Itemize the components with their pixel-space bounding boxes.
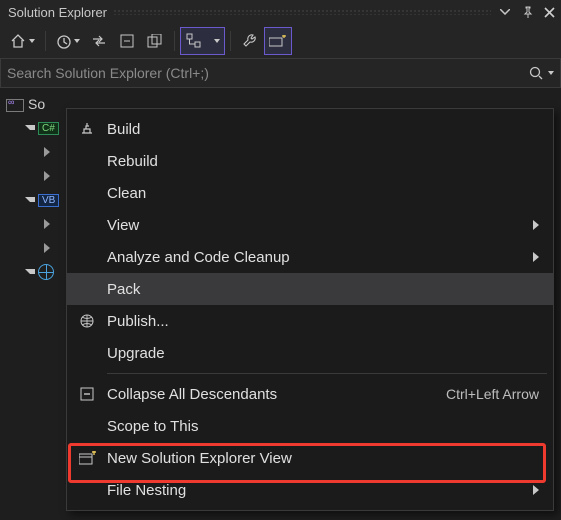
- wrench-icon: [242, 33, 258, 49]
- caret-closed-icon[interactable]: [42, 219, 52, 229]
- toolbar-properties-button[interactable]: [237, 28, 263, 54]
- context-menu-item[interactable]: Build: [67, 113, 553, 145]
- context-menu-item[interactable]: Publish...: [67, 305, 553, 337]
- publish-icon: [67, 313, 107, 329]
- context-menu-item[interactable]: Scope to This: [67, 410, 553, 442]
- context-menu-item[interactable]: Analyze and Code Cleanup: [67, 241, 553, 273]
- context-menu-item[interactable]: Collapse All DescendantsCtrl+Left Arrow: [67, 378, 553, 410]
- context-menu-label: Publish...: [107, 313, 539, 330]
- context-menu-item[interactable]: Pack: [67, 273, 553, 305]
- pin-icon[interactable]: [519, 4, 535, 20]
- toolbar-collapse-button[interactable]: [114, 28, 140, 54]
- toolbar-home-split-button[interactable]: [6, 28, 39, 54]
- solution-icon: [6, 96, 24, 112]
- caret-closed-icon[interactable]: [42, 243, 52, 253]
- toolbar-separator: [174, 31, 175, 51]
- toolbar-show-all-button[interactable]: [142, 28, 168, 54]
- toolbar-preview-button[interactable]: [265, 28, 291, 54]
- toolbar: [0, 24, 561, 58]
- context-menu-item[interactable]: Upgrade: [67, 337, 553, 369]
- context-menu-label: Rebuild: [107, 153, 539, 170]
- search-icon[interactable]: [529, 66, 554, 80]
- sync-icon: [91, 35, 107, 47]
- preview-icon: [269, 35, 287, 47]
- panel-header: Solution Explorer: [0, 0, 561, 24]
- context-menu-shortcut: Ctrl+Left Arrow: [434, 386, 539, 402]
- toolbar-separator: [45, 31, 46, 51]
- web-project-icon: [38, 264, 54, 280]
- history-icon: [56, 34, 71, 49]
- vb-project-icon: VB: [38, 194, 59, 207]
- context-menu-label: Clean: [107, 185, 539, 202]
- toolbar-sync-button[interactable]: [86, 28, 112, 54]
- context-menu-label: Build: [107, 121, 539, 138]
- collapse-icon: [120, 34, 134, 48]
- context-menu-label: Analyze and Code Cleanup: [107, 249, 525, 266]
- context-menu-item[interactable]: File Nesting: [67, 474, 553, 506]
- context-menu-label: New Solution Explorer View: [107, 450, 539, 467]
- panel-menu-dropdown-icon[interactable]: [497, 4, 513, 20]
- context-menu-item[interactable]: View: [67, 209, 553, 241]
- toolbar-view-mode-group: [181, 28, 224, 54]
- caret-open-icon[interactable]: [24, 267, 34, 277]
- caret-closed-icon[interactable]: [42, 171, 52, 181]
- tree-solution-label: So: [28, 96, 45, 112]
- context-menu-label: View: [107, 217, 525, 234]
- files-icon: [147, 34, 163, 48]
- search-input[interactable]: [7, 65, 529, 81]
- new-view-icon: [67, 451, 107, 466]
- build-icon: [67, 121, 107, 137]
- context-menu-item[interactable]: Rebuild: [67, 145, 553, 177]
- toolbar-history-button[interactable]: [52, 28, 84, 54]
- search-box[interactable]: [0, 58, 561, 88]
- caret-closed-icon[interactable]: [42, 147, 52, 157]
- hierarchy-icon: [186, 33, 202, 49]
- context-menu-item[interactable]: New Solution Explorer View: [67, 442, 553, 474]
- toolbar-view-mode-dropdown[interactable]: [207, 28, 224, 54]
- context-menu-label: Upgrade: [107, 345, 539, 362]
- context-menu-item[interactable]: Clean: [67, 177, 553, 209]
- toolbar-view-mode-button[interactable]: [181, 28, 207, 54]
- context-menu-label: Scope to This: [107, 418, 539, 435]
- csharp-project-icon: C#: [38, 122, 59, 135]
- panel-drag-dots[interactable]: [113, 9, 491, 15]
- close-icon[interactable]: [541, 4, 557, 20]
- context-menu-label: Collapse All Descendants: [107, 386, 434, 403]
- home-icon: [10, 33, 26, 49]
- toolbar-separator: [230, 31, 231, 51]
- caret-open-icon[interactable]: [24, 123, 34, 133]
- context-menu: Build Rebuild Clean View Analyze and Code Cl…: [66, 108, 554, 511]
- panel-title: Solution Explorer: [8, 5, 107, 20]
- collapse-icon: [67, 387, 107, 402]
- context-menu-label: Pack: [107, 281, 539, 298]
- caret-open-icon[interactable]: [24, 195, 34, 205]
- context-menu-separator: [107, 373, 547, 374]
- context-menu-label: File Nesting: [107, 482, 525, 499]
